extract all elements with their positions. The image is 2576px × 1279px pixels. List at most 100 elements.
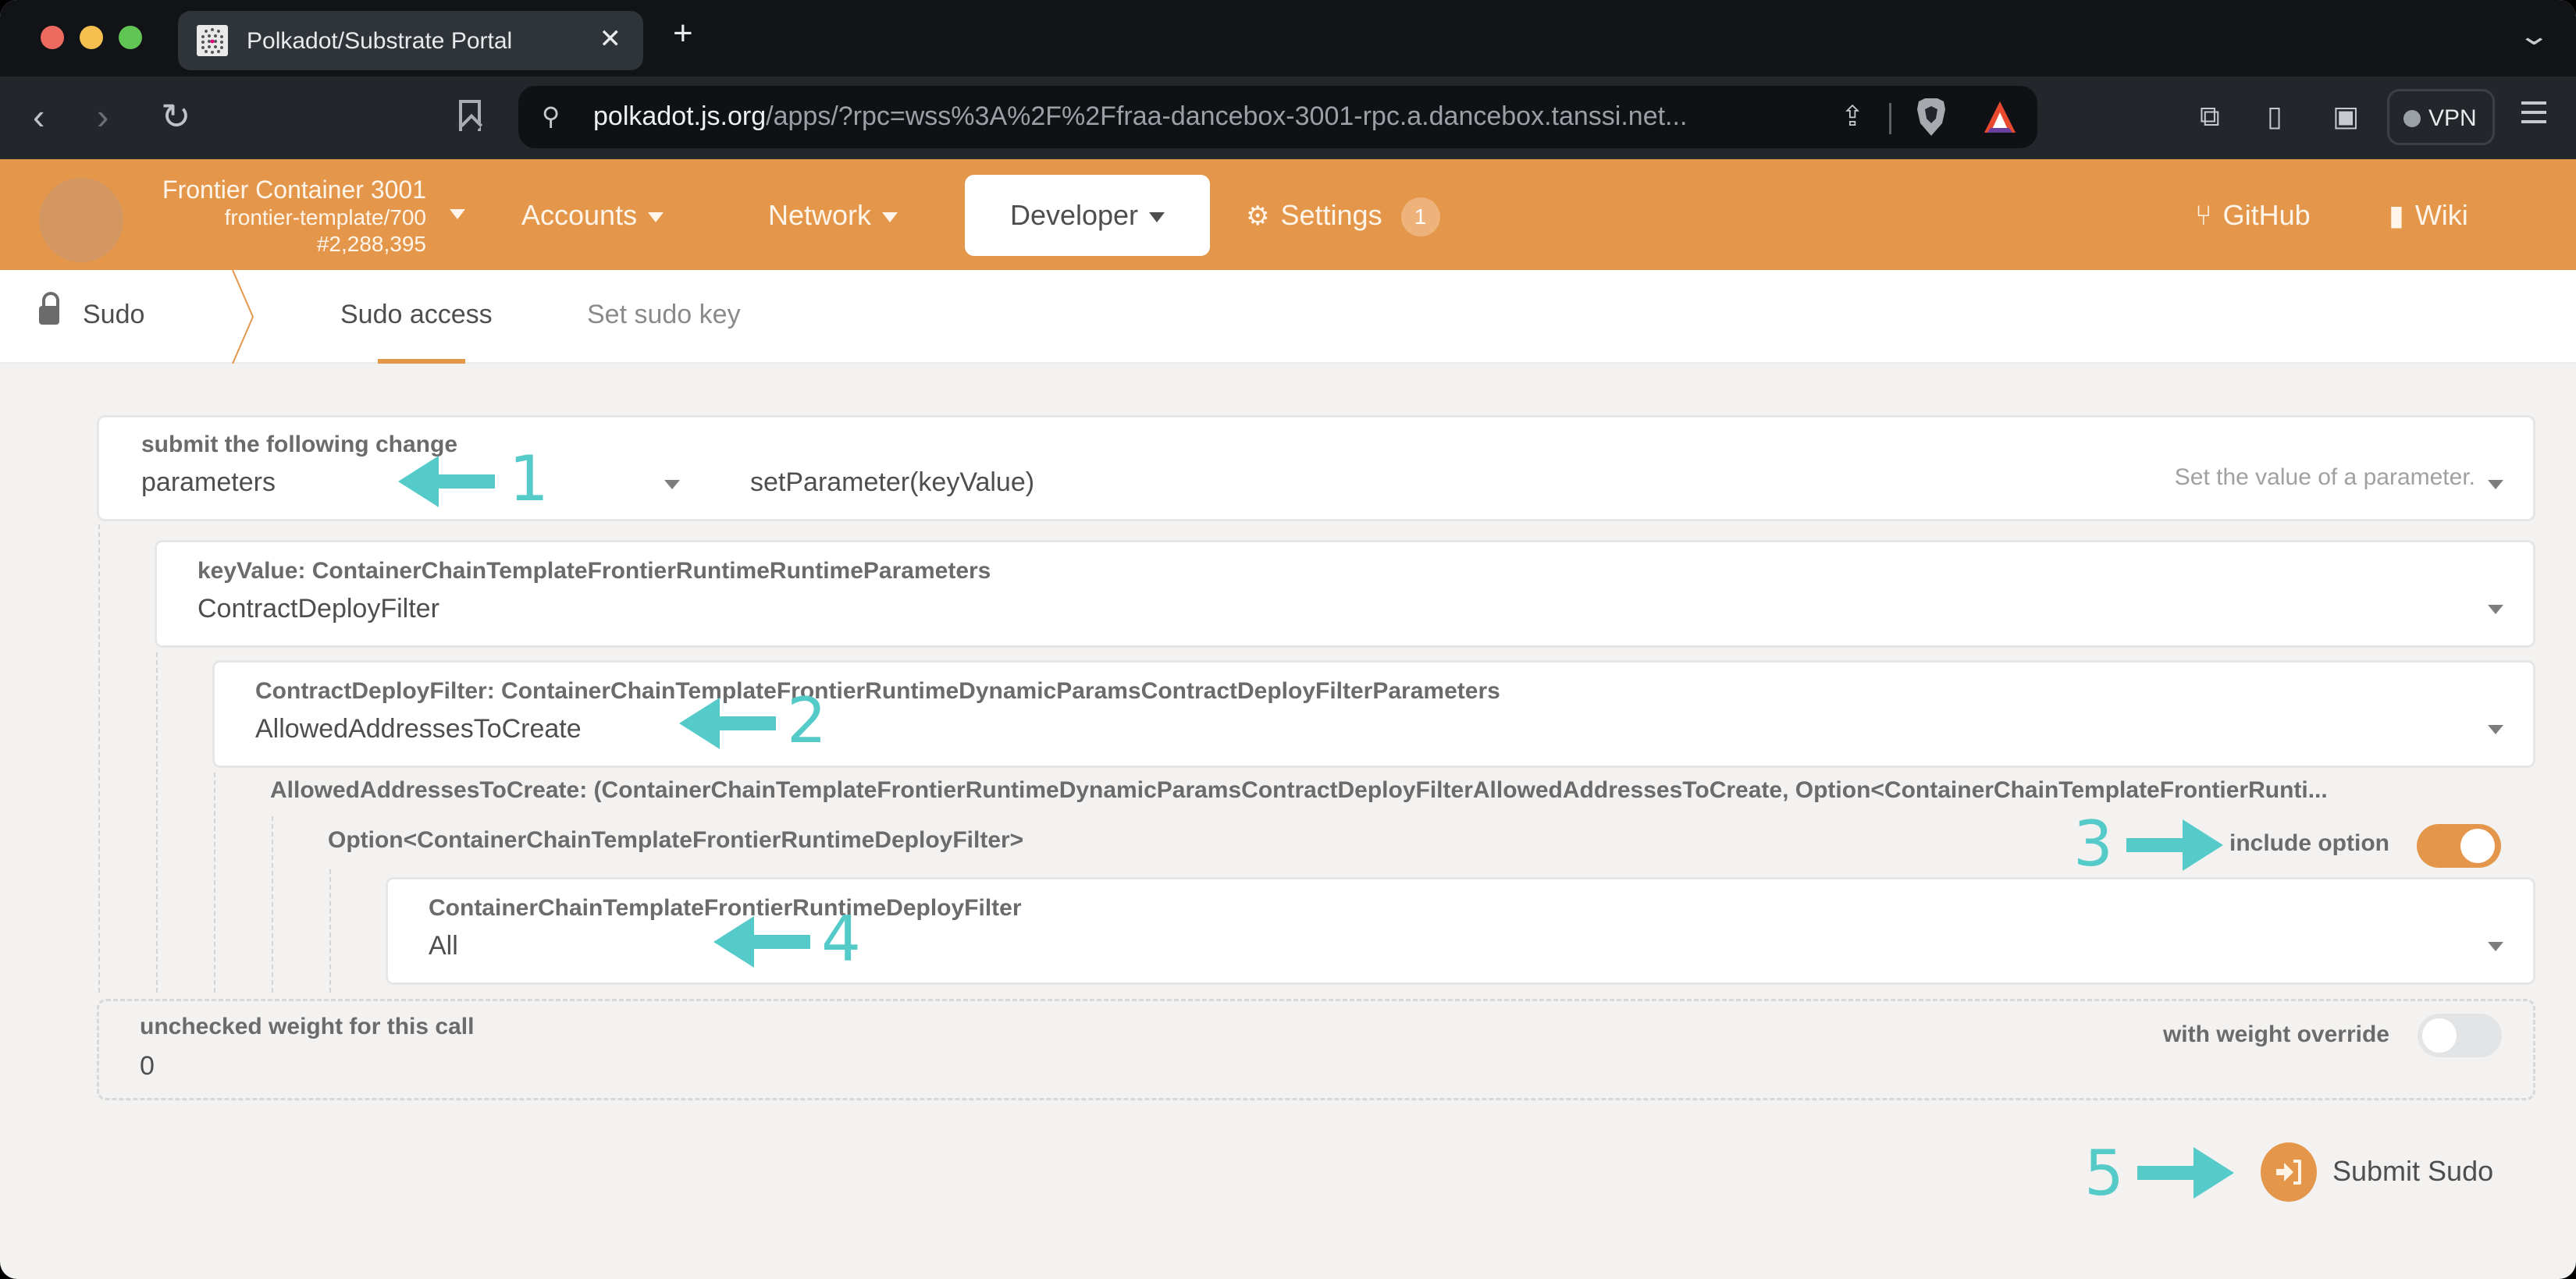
chain-name: Frontier Container 3001 (162, 176, 426, 204)
forward-icon[interactable]: › (97, 95, 109, 137)
bookmark-icon[interactable] (459, 100, 481, 131)
url-path: /apps/?rpc=wss%3A%2F%2Ffraa-dancebox-300… (766, 101, 1688, 131)
address-bar[interactable]: ⚲ polkadot.js.org/apps/?rpc=wss%3A%2F%2F… (518, 86, 2037, 148)
vpn-label: VPN (2428, 105, 2477, 131)
contract-deploy-filter-label: ContractDeployFilter: ContainerChainTemp… (255, 678, 1500, 704)
annotation-arrow-right-icon (2126, 819, 2223, 871)
annotation-number: 1 (509, 442, 549, 515)
breadcrumb-chevron-icon (232, 270, 254, 364)
url-host: polkadot.js.org (593, 101, 767, 131)
tab-title: Polkadot/Substrate Portal (247, 28, 513, 54)
menu-developer-label: Developer (1009, 199, 1139, 231)
menu-developer[interactable]: Developer (965, 175, 1210, 256)
sign-in-icon (2261, 1142, 2317, 1202)
chain-logo[interactable] (39, 178, 123, 262)
caret-down-icon (2488, 605, 2503, 614)
include-option-label: include option (2229, 830, 2389, 856)
browser-menu-icon[interactable] (2521, 101, 2546, 123)
include-option-toggle[interactable] (2417, 824, 2501, 868)
weight-override-toggle[interactable] (2418, 1014, 2502, 1057)
browser-window: Polkadot/Substrate Portal ✕ + ⌄ ‹ › ↻ ⚲ … (0, 0, 2576, 1279)
nesting-guide (156, 652, 158, 993)
new-tab-button[interactable]: + (673, 14, 693, 53)
url-text: polkadot.js.org/apps/?rpc=wss%3A%2F%2Ffr… (593, 101, 1687, 132)
gears-icon: ⚙ (1246, 201, 1270, 231)
vpn-status-icon (2403, 110, 2421, 127)
brave-shields-icon[interactable] (1916, 97, 1947, 137)
settings-badge: 1 (1400, 197, 1440, 237)
caret-down-icon (2488, 725, 2503, 734)
annotation-number: 2 (787, 684, 827, 757)
weight-label: unchecked weight for this call (140, 1014, 475, 1039)
app-header: Frontier Container 3001 frontier-templat… (0, 159, 2576, 270)
section-label: Sudo (83, 300, 145, 329)
keyvalue-value: ContractDeployFilter (197, 594, 439, 624)
chain-runtime: frontier-template/700 (224, 205, 426, 229)
tab-close-icon[interactable]: ✕ (600, 23, 622, 55)
caret-down-icon (648, 211, 664, 222)
menu-accounts-label: Accounts (521, 199, 638, 231)
annotation-arrow-right-icon (2137, 1147, 2234, 1199)
nesting-guide (329, 869, 331, 993)
contract-deploy-filter-dropdown[interactable]: ContractDeployFilter: ContainerChainTemp… (212, 660, 2535, 768)
menu-github[interactable]: ⑂ GitHub (2195, 175, 2311, 256)
chain-selector[interactable]: Frontier Container 3001 frontier-templat… (141, 175, 426, 258)
keyvalue-dropdown[interactable]: keyValue: ContainerChainTemplateFrontier… (155, 540, 2535, 648)
tab-sudo-access[interactable]: Sudo access (340, 300, 493, 330)
browser-tab[interactable]: Polkadot/Substrate Portal ✕ (178, 11, 643, 70)
annotation-arrow-left-icon (398, 456, 495, 507)
tab-strip: Polkadot/Substrate Portal ✕ + ⌄ (0, 0, 2576, 76)
pallet-value: parameters (141, 467, 276, 497)
tab-list-chevron-icon[interactable]: ⌄ (2517, 20, 2550, 52)
method-value: setParameter(keyValue) (750, 467, 1035, 497)
nesting-guide (272, 816, 273, 993)
brave-rewards-icon[interactable] (1983, 100, 2017, 134)
section-sudo[interactable]: Sudo (39, 292, 145, 330)
sudo-form: submit the following change parameters s… (0, 364, 2576, 1279)
annotation-number: 4 (821, 903, 861, 975)
menu-network-label: Network (768, 199, 872, 231)
tab-set-sudo-key[interactable]: Set sudo key (587, 300, 741, 330)
annotation-number: 5 (2084, 1137, 2124, 1210)
close-window-button[interactable] (41, 26, 64, 49)
caret-down-icon (2488, 480, 2503, 489)
extensions-icon[interactable]: ⧉ (2200, 100, 2220, 133)
weight-override-label: with weight override (2162, 1021, 2389, 1047)
vpn-button[interactable]: VPN (2387, 89, 2495, 145)
method-description: Set the value of a parameter. (2174, 464, 2475, 490)
menu-wiki-label: Wiki (2414, 199, 2468, 231)
reload-icon[interactable]: ↻ (161, 95, 191, 137)
minimize-window-button[interactable] (80, 26, 103, 49)
caret-down-icon (1149, 211, 1165, 222)
sidebar-icon[interactable]: ▯ (2267, 100, 2282, 133)
wallet-icon[interactable]: ▣ (2332, 100, 2359, 133)
url-divider (1889, 103, 1891, 134)
deploy-filter-value: All (429, 931, 458, 961)
contract-deploy-filter-value: AllowedAddressesToCreate (255, 714, 582, 744)
polkadot-favicon-icon (197, 25, 228, 56)
chain-dropdown-caret-icon[interactable] (450, 209, 465, 219)
deploy-filter-dropdown[interactable]: ContainerChainTemplateFrontierRuntimeDep… (386, 877, 2535, 985)
annotation-number: 3 (2073, 808, 2113, 880)
caret-down-icon (2488, 942, 2503, 951)
menu-network[interactable]: Network (768, 175, 898, 256)
submit-sudo-label: Submit Sudo (2332, 1155, 2494, 1187)
weight-section: unchecked weight for this call 0 with we… (97, 999, 2535, 1100)
browser-toolbar: ‹ › ↻ ⚲ polkadot.js.org/apps/?rpc=wss%3A… (0, 76, 2576, 159)
caret-down-icon (882, 211, 898, 222)
option-label: Option<ContainerChainTemplateFrontierRun… (328, 827, 1024, 853)
menu-wiki[interactable]: ▮ Wiki (2389, 175, 2468, 256)
maximize-window-button[interactable] (119, 26, 142, 49)
annotation-arrow-left-icon (713, 916, 810, 968)
annotation-arrow-left-icon (679, 698, 776, 749)
site-settings-icon[interactable]: ⚲ (542, 101, 560, 131)
menu-settings[interactable]: ⚙ Settings 1 (1246, 175, 1440, 256)
toggle-knob (2460, 829, 2495, 863)
method-dropdown[interactable]: setParameter(keyValue) Set the value of … (724, 417, 2535, 519)
chain-block-number: #2,288,395 (316, 232, 426, 256)
menu-github-label: GitHub (2222, 199, 2311, 231)
share-icon[interactable]: ⇪ (1841, 100, 1864, 133)
back-icon[interactable]: ‹ (33, 95, 44, 137)
menu-accounts[interactable]: Accounts (521, 175, 664, 256)
book-icon: ▮ (2389, 199, 2404, 231)
